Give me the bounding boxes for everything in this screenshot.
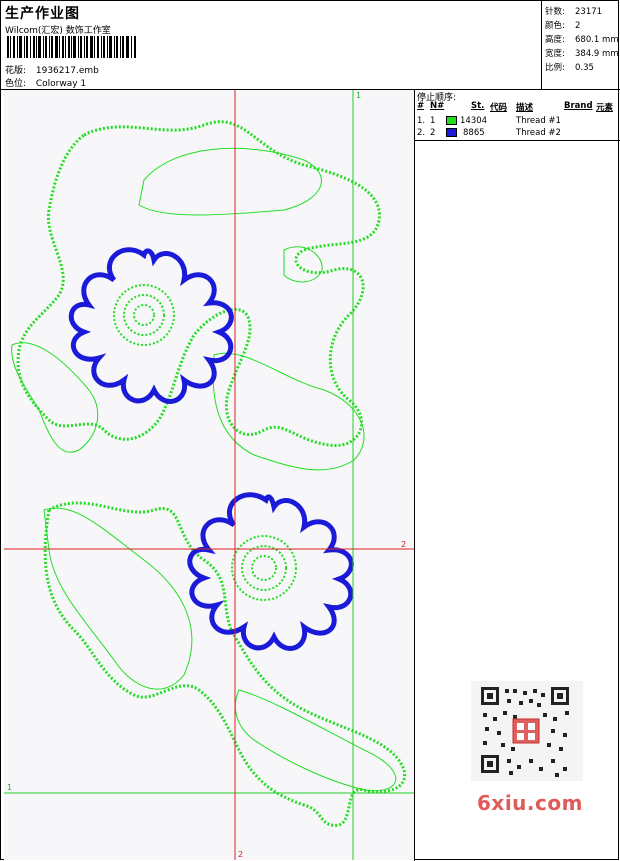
header-info: 生产作业图 Wilcom(汇宏) 数饰工作室 花版: 1936217.emb 色… — [1, 1, 541, 89]
spec-width: 宽度: 384.9 mm — [545, 49, 619, 59]
col-code: 代码 — [490, 103, 508, 113]
design-canvas: 1 1 2 2 — [4, 90, 414, 860]
table-row: 2. 2 8865 Thread #2 — [417, 128, 561, 138]
spec-box: 针数: 23171 颜色: 2 高度: 680.1 mm 宽度: 384.9 mm 比例… — [541, 1, 620, 89]
col-brand: Brand — [564, 101, 593, 111]
colorway-row: 色位: Colorway 1 — [5, 76, 86, 89]
col-index: # — [417, 101, 425, 111]
thread-swatch-green — [446, 116, 457, 125]
qr-code — [471, 681, 583, 781]
stop-sequence-header: # N# St. 代码 描述 Brand 元素 — [415, 101, 620, 113]
header: 生产作业图 Wilcom(汇宏) 数饰工作室 花版: 1936217.emb 色… — [1, 1, 620, 90]
company-name: Wilcom(汇宏) 数饰工作室 — [5, 26, 111, 36]
watermark-site: 6xiu.com — [477, 791, 583, 815]
design-label: 花版: — [5, 66, 27, 76]
col-needle: N# — [430, 101, 445, 111]
spec-stitches: 针数: 23171 — [545, 7, 603, 17]
spec-colors: 颜色: 2 — [545, 21, 581, 31]
green-marker-left: 1 — [7, 783, 12, 792]
spec-scale: 比例: 0.35 — [545, 63, 594, 73]
colorway-value: Colorway 1 — [35, 79, 87, 89]
table-row: 1. 1 14304 Thread #1 — [417, 116, 561, 126]
thread-swatch-blue — [446, 128, 457, 137]
col-stop: St. — [471, 101, 485, 111]
page-title: 生产作业图 — [5, 6, 80, 22]
spec-height: 高度: 680.1 mm — [545, 35, 619, 45]
red-marker-right: 2 — [401, 540, 406, 549]
barcode — [7, 36, 136, 58]
panel-divider — [415, 140, 620, 141]
col-desc: 描述 — [516, 103, 534, 113]
production-sheet: 生产作业图 Wilcom(汇宏) 数饰工作室 花版: 1936217.emb 色… — [0, 0, 620, 861]
col-element: 元素 — [596, 103, 614, 113]
design-row: 花版: 1936217.emb — [5, 63, 99, 76]
green-marker-top: 1 — [356, 91, 361, 100]
red-marker-bottom: 2 — [238, 850, 243, 859]
colorway-label: 色位: — [5, 79, 27, 89]
design-file: 1936217.emb — [35, 66, 99, 76]
seal-stamp — [512, 718, 540, 744]
